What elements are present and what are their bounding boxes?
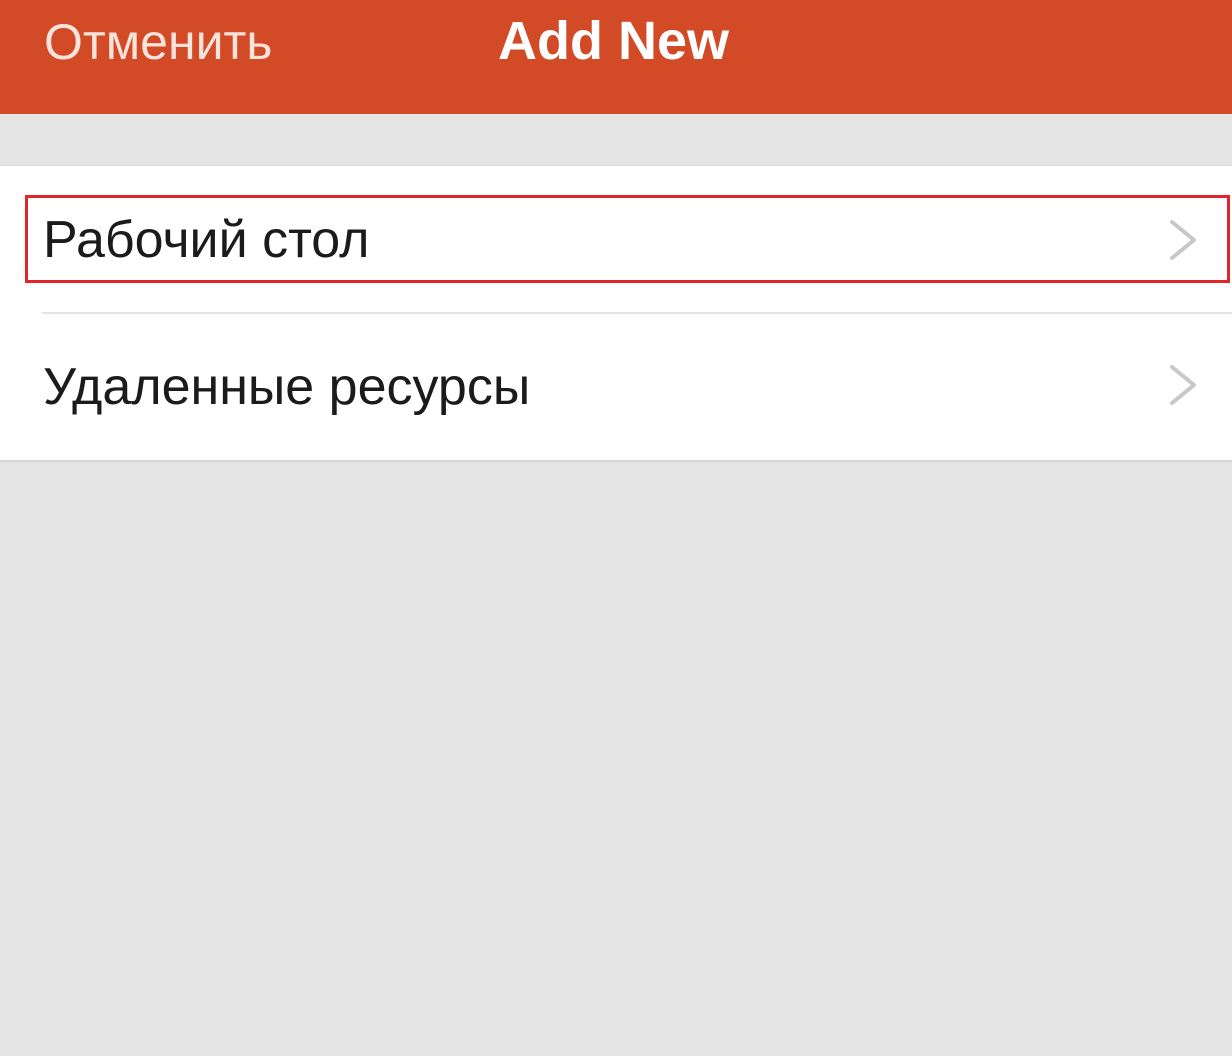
list-item-label: Удаленные ресурсы	[43, 358, 531, 416]
list-item-remote-resources[interactable]: Удаленные ресурсы	[0, 313, 1232, 459]
cancel-button[interactable]: Отменить	[44, 14, 272, 70]
chevron-right-icon	[1170, 365, 1196, 405]
options-list: Рабочий стол Удаленные ресурсы	[0, 165, 1232, 462]
list-item-desktop[interactable]: Рабочий стол	[0, 166, 1232, 312]
page-title: Add New	[498, 11, 730, 71]
chevron-right-icon	[1170, 220, 1196, 260]
list-item-label: Рабочий стол	[43, 211, 370, 269]
navigation-bar: Отменить Add New	[0, 0, 1232, 114]
